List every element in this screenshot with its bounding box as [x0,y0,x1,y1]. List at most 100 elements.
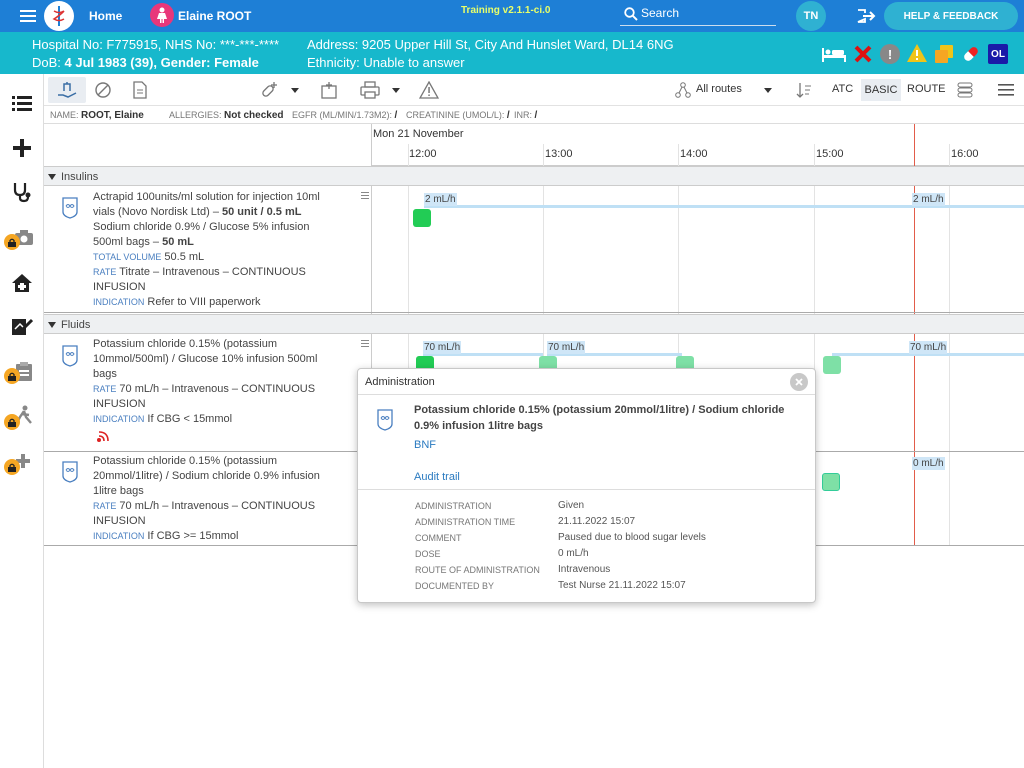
administration-popup: Administration Potassium chloride 0.15% … [357,368,816,603]
prescribe-icon[interactable] [258,79,280,101]
rate-marker[interactable]: 70 mL/h [547,341,586,354]
med-line-text: vials (Novo Nordisk Ltd) – [93,206,222,218]
basic-view-button[interactable]: BASIC [861,79,901,101]
home-link[interactable]: Home [89,9,122,23]
print-dropdown-icon[interactable] [390,84,402,96]
name-value: ROOT, Elaine [81,110,144,121]
rate-label: RATE [93,267,117,277]
add-icon[interactable] [10,136,34,160]
egfr-key: EGFR (ML/MIN/1.73M2): [292,110,393,120]
exclamation-alert-icon[interactable]: ! [880,44,900,64]
rate-change-marker[interactable] [822,473,840,491]
hour-label: 12:00 [409,148,437,160]
patient-address: Address: 9205 Upper Hill St, City And Hu… [307,37,674,52]
pill-outline-icon[interactable] [92,79,114,101]
cross-alert-icon[interactable] [853,44,873,64]
detail-value: Given [558,500,585,511]
med-total-volume: TOTAL VOLUME 50.5 mL [93,250,338,265]
medication-details: Potassium chloride 0.15% (potassium 10mm… [93,337,338,427]
bnf-link[interactable]: BNF [414,439,436,451]
detail-row: ADMINISTRATION TIME 21.11.2022 15:07 [415,514,805,530]
section-fluids[interactable]: Fluids [44,314,1024,334]
audit-trail-link[interactable]: Audit trail [414,471,460,483]
print-icon[interactable] [358,79,382,101]
list-icon[interactable] [10,92,34,114]
routes-select[interactable]: All routes [696,83,742,95]
collapse-icon[interactable] [47,320,57,330]
row-menu-icon[interactable] [360,338,370,348]
name-field: NAME: ROOT, Elaine [50,110,144,121]
warning-outline-icon[interactable] [418,79,440,101]
med-line: 500ml bags – 50 mL [93,235,338,250]
med-line: Sodium chloride 0.9% / Glucose 5% infusi… [93,221,310,233]
female-patient-icon [150,3,174,27]
med-indication: INDICATION If CBG < 15mmol [93,412,338,427]
sort-icon[interactable] [794,80,814,100]
row-menu-icon[interactable] [360,190,370,200]
medication-details: Potassium chloride 0.15% (potassium 20mm… [93,454,338,544]
rate-marker[interactable]: 2 mL/h [912,193,945,206]
search-icon [623,6,639,22]
home-care-icon[interactable] [10,271,34,295]
document-icon[interactable] [130,79,150,101]
detail-key: DOCUMENTED BY [415,581,495,591]
routes-dropdown-icon[interactable] [762,84,774,96]
administer-hand-icon[interactable] [48,77,86,103]
route-view-button[interactable]: ROUTE [907,83,946,95]
allergies-field[interactable]: ALLERGIES: Not checked [169,110,284,121]
inr-value: / [534,110,538,121]
user-avatar[interactable]: TN [796,1,826,31]
allergies-value: Not checked [224,110,284,121]
popup-title: Administration [365,376,435,388]
med-line: 1litre bags [93,485,144,497]
egfr-field: EGFR (ML/MIN/1.73M2): / [292,110,397,121]
section-title: Fluids [61,319,91,331]
bed-icon[interactable] [820,44,848,64]
infusion-bag-icon [60,459,80,485]
pill-icon[interactable] [960,43,982,65]
patient-summary-line: NAME: ROOT, Elaine ALLERGIES: Not checke… [44,106,1024,124]
logout-icon[interactable] [855,6,877,26]
sign-document-icon[interactable] [10,314,34,338]
top-bar: Home Elaine ROOT Training v2.1.1-ci.0 Se… [0,0,1024,32]
search-box[interactable]: Search [620,4,776,26]
rate-marker[interactable]: 0 mL/h [912,457,945,470]
prescribe-dropdown-icon[interactable] [289,84,301,96]
rate-change-marker[interactable] [823,356,841,374]
help-feedback-button[interactable]: HELP & FEEDBACK [884,2,1018,30]
atc-view-button[interactable]: ATC [832,83,853,95]
patient-name[interactable]: Elaine ROOT [178,9,251,23]
ol-badge[interactable]: OL [988,44,1008,64]
inr-field: INR: / [514,110,537,121]
stethoscope-icon[interactable] [10,180,34,204]
hour-label: 13:00 [545,148,573,160]
rate-marker[interactable]: 2 mL/h [424,193,457,206]
menu-icon[interactable] [996,80,1016,100]
hour-label: 14:00 [680,148,708,160]
sliding-scale-icon[interactable] [95,430,111,444]
med-line: INFUSION [93,281,146,293]
rate-marker[interactable]: 70 mL/h [423,341,462,354]
order-set-icon[interactable] [318,79,340,101]
section-insulins[interactable]: Insulins [44,166,1024,186]
collapse-icon[interactable] [47,172,57,182]
warning-icon[interactable] [906,43,928,63]
indication-value: If CBG >= 15mmol [147,530,239,542]
app-logo-icon[interactable] [44,1,74,31]
close-icon[interactable] [790,373,808,391]
med-line-text: 500ml bags – [93,236,163,248]
notes-icon[interactable] [933,43,955,65]
med-indication: INDICATION Refer to VIII paperwork [93,295,338,310]
layout-toggle-icon[interactable] [954,79,976,101]
indication-value: Refer to VIII paperwork [147,296,261,308]
rate-marker[interactable]: 70 mL/h [909,341,948,354]
med-line: vials (Novo Nordisk Ltd) – 50 unit / 0.5… [93,205,338,220]
popup-drug-name: Potassium chloride 0.15% (potassium 20mm… [414,402,784,434]
timeline-header: Mon 21 November 12:00 13:00 14:00 15:00 … [372,124,1024,166]
hamburger-menu-icon[interactable] [14,6,42,26]
lock-icon [4,414,20,430]
med-volume: 50 mL [162,236,194,248]
administration-given-marker[interactable] [413,209,431,227]
med-line: INFUSION [93,398,146,410]
med-rate: RATE 70 mL/h – Intravenous – CONTINUOUS [93,499,338,514]
